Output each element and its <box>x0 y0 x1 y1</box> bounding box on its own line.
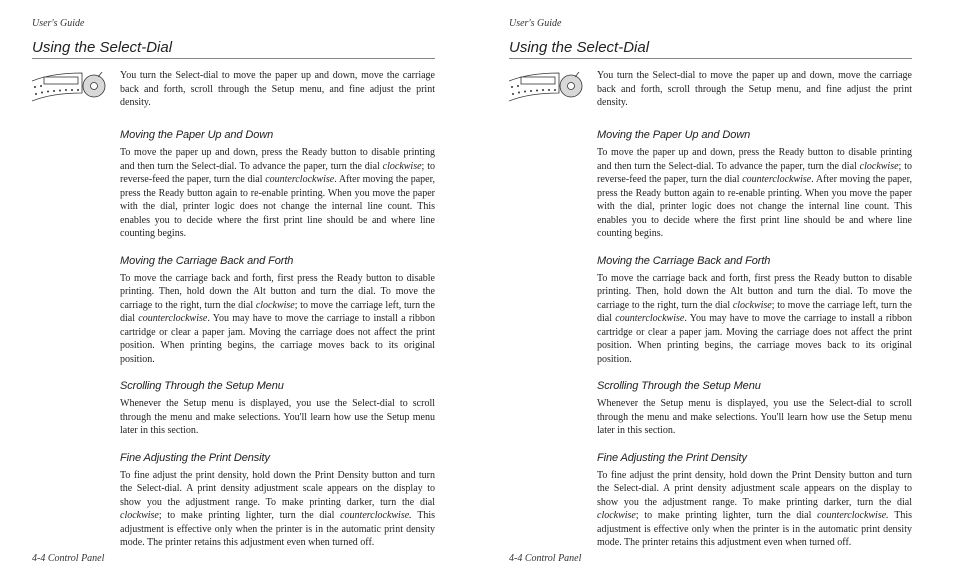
subhead-carriage: Moving the Carriage Back and Forth <box>597 255 912 267</box>
para-paper: To move the paper up and down, press the… <box>120 146 435 241</box>
intro-row: You turn the Select-dial to move the pap… <box>32 69 435 111</box>
section-title: Using the Select-Dial <box>509 39 912 59</box>
intro-row: You turn the Select-dial to move the pap… <box>509 69 912 111</box>
select-dial-icon <box>32 69 110 111</box>
para-carriage: To move the carriage back and forth, fir… <box>597 272 912 367</box>
running-header: User's Guide <box>32 18 435 29</box>
para-scroll: Whenever the Setup menu is displayed, yo… <box>597 397 912 438</box>
section-title: Using the Select-Dial <box>32 39 435 59</box>
subhead-paper: Moving the Paper Up and Down <box>597 129 912 141</box>
para-density: To fine adjust the print density, hold d… <box>120 469 435 550</box>
subhead-scroll: Scrolling Through the Setup Menu <box>120 380 435 392</box>
select-dial-icon <box>509 69 587 111</box>
para-density: To fine adjust the print density, hold d… <box>597 469 912 550</box>
subhead-density: Fine Adjusting the Print Density <box>120 452 435 464</box>
intro-text: You turn the Select-dial to move the pap… <box>597 69 912 111</box>
page-right: User's Guide Using the Select-Dial You t… <box>477 0 954 580</box>
para-paper: To move the paper up and down, press the… <box>597 146 912 241</box>
intro-text: You turn the Select-dial to move the pap… <box>120 69 435 111</box>
subhead-density: Fine Adjusting the Print Density <box>597 452 912 464</box>
subhead-scroll: Scrolling Through the Setup Menu <box>597 380 912 392</box>
page-footer: 4-4 Control Panel <box>32 553 104 564</box>
subhead-paper: Moving the Paper Up and Down <box>120 129 435 141</box>
page-left: User's Guide Using the Select-Dial You t… <box>0 0 477 580</box>
running-header: User's Guide <box>509 18 912 29</box>
page-footer: 4-4 Control Panel <box>509 553 581 564</box>
subhead-carriage: Moving the Carriage Back and Forth <box>120 255 435 267</box>
para-scroll: Whenever the Setup menu is displayed, yo… <box>120 397 435 438</box>
para-carriage: To move the carriage back and forth, fir… <box>120 272 435 367</box>
